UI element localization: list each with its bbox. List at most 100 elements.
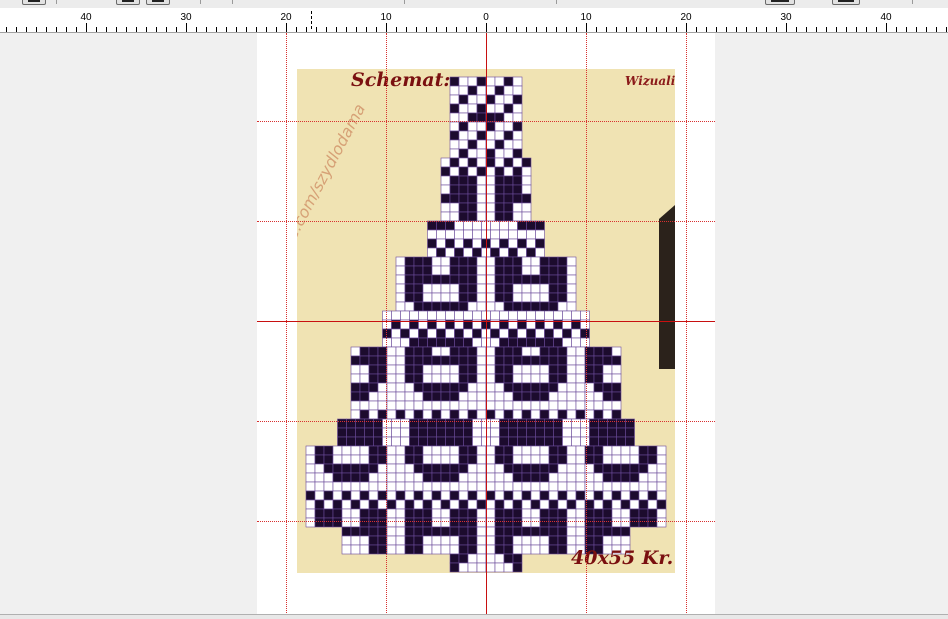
chart-cell	[557, 481, 568, 492]
chart-cell	[422, 535, 433, 546]
chart-cell	[445, 337, 455, 348]
chart-cell	[413, 373, 424, 384]
chart-cell	[521, 400, 532, 411]
chart-cell	[512, 265, 523, 276]
toolbar-align-button-1[interactable]	[22, 0, 46, 5]
chart-cell	[485, 526, 496, 537]
chart-cell	[422, 544, 433, 555]
chart-cell	[539, 301, 550, 312]
chart-cell	[404, 256, 415, 267]
chart-cell	[566, 283, 577, 294]
chart-cell	[548, 526, 559, 537]
chart-cell	[499, 220, 509, 231]
chart-cell	[553, 337, 563, 348]
chart-cell	[575, 517, 586, 528]
chart-cell	[395, 481, 406, 492]
ruler-tick	[266, 27, 267, 32]
chart-cell	[512, 382, 523, 393]
chart-cell	[368, 355, 379, 366]
chart-cell	[557, 472, 568, 483]
chart-cell	[485, 463, 496, 474]
chart-cell	[467, 382, 478, 393]
chart-cell	[521, 265, 532, 276]
chart-cell	[413, 400, 424, 411]
chart-cell	[431, 355, 442, 366]
toolbar-button-5[interactable]	[832, 0, 860, 5]
chart-cell	[458, 256, 469, 267]
chart-cell	[458, 355, 469, 366]
chart-cell	[526, 220, 536, 231]
chart-cell	[431, 544, 442, 555]
chart-cell	[350, 409, 361, 420]
chart-cell	[368, 346, 379, 357]
chart-cell	[427, 328, 437, 339]
chart-cell	[602, 535, 613, 546]
chart-cell	[508, 310, 518, 321]
toolbar-button-4[interactable]	[765, 0, 795, 5]
chart-cell	[449, 346, 460, 357]
ruler-major-tick	[686, 23, 687, 32]
chart-cell	[305, 517, 316, 528]
chart-cell	[413, 508, 424, 519]
chart-cell	[449, 211, 460, 222]
chart-cell	[517, 436, 527, 447]
chart-cell	[359, 535, 370, 546]
ruler-tick	[276, 27, 277, 32]
ruler-tick	[896, 27, 897, 32]
ruler-tick	[216, 27, 217, 32]
chart-cell	[629, 499, 640, 510]
ruler-tick	[806, 27, 807, 32]
chart-cell	[463, 337, 473, 348]
horizontal-ruler[interactable]: 40 30 20 10 0 10 20 30 40	[0, 8, 948, 33]
chart-cell	[503, 301, 514, 312]
chart-cell	[355, 427, 365, 438]
chart-cell	[566, 409, 577, 420]
chart-cell	[359, 490, 370, 501]
chart-cell	[476, 454, 487, 465]
chart-cell	[355, 436, 365, 447]
ruler-tick	[576, 27, 577, 32]
chart-cell	[449, 508, 460, 519]
toolbar-align-button-3[interactable]	[146, 0, 170, 5]
chart-cell	[517, 337, 527, 348]
chart-cell	[440, 364, 451, 375]
chart-cell	[485, 301, 496, 312]
ruler-tick	[366, 27, 367, 32]
document-workspace[interactable]: Schemat: Wizualiz 40x55 Kr. buycoffee.co…	[0, 33, 948, 619]
chart-cell	[458, 265, 469, 276]
chart-cell	[485, 103, 496, 114]
chart-cell	[566, 364, 577, 375]
chart-cell	[598, 427, 608, 438]
ruler-tick	[56, 27, 57, 32]
chart-cell	[566, 391, 577, 402]
ruler-tick	[556, 27, 557, 32]
document-page[interactable]: Schemat: Wizualiz 40x55 Kr. buycoffee.co…	[257, 33, 715, 619]
chart-cell	[517, 238, 527, 249]
chart-cell	[485, 202, 496, 213]
chart-cell	[458, 382, 469, 393]
toolbar-separator	[912, 0, 913, 4]
chart-cell	[350, 400, 361, 411]
chart-cell	[575, 526, 586, 537]
chart-cell	[494, 193, 505, 204]
chart-cell	[431, 472, 442, 483]
chart-cell	[458, 535, 469, 546]
chart-cell	[395, 463, 406, 474]
chart-cell	[458, 400, 469, 411]
chart-cell	[602, 481, 613, 492]
chart-cell	[337, 427, 347, 438]
chart-cell	[620, 526, 631, 537]
chart-cell	[476, 553, 487, 564]
chart-cell	[386, 364, 397, 375]
chart-cell	[512, 472, 523, 483]
chart-cell	[382, 337, 392, 348]
toolbar-align-button-2[interactable]	[116, 0, 140, 5]
chart-cell	[611, 355, 622, 366]
ruler-tick	[716, 27, 717, 32]
chart-cell	[458, 409, 469, 420]
ruler-indent-marker[interactable]	[311, 11, 312, 29]
chart-cell	[472, 427, 482, 438]
chart-cell	[602, 472, 613, 483]
chart-cell	[503, 364, 514, 375]
chart-cell	[332, 472, 343, 483]
